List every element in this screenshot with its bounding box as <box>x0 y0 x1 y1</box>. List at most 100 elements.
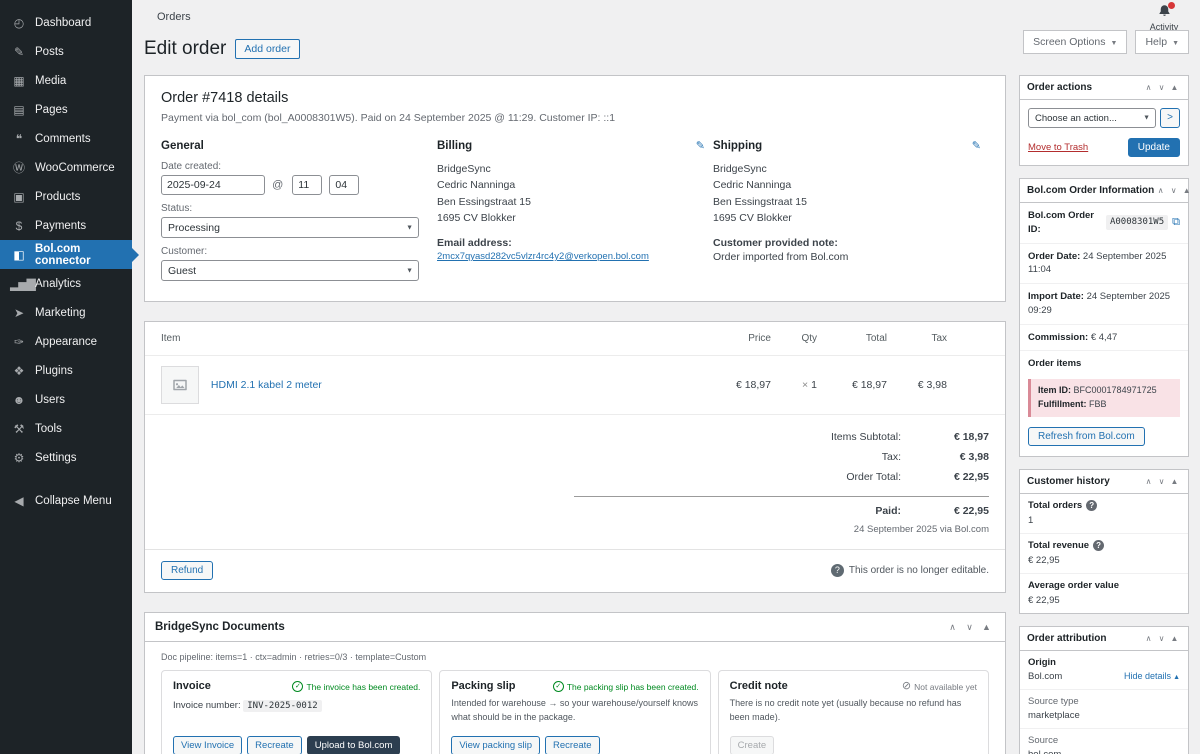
date-created-input[interactable] <box>161 175 265 195</box>
total-orders-value: 1 <box>1028 515 1180 526</box>
total-revenue-label: Total revenue <box>1028 540 1089 551</box>
collapse-icon: ◀ <box>10 494 27 508</box>
sidebar-item-products[interactable]: ▣Products <box>0 182 132 211</box>
comments-icon: ❝ <box>10 132 27 146</box>
analytics-icon: ▂▅▇ <box>10 277 27 291</box>
breadcrumb[interactable]: Orders <box>157 11 191 23</box>
refresh-from-bolcom-button[interactable]: Refresh from Bol.com <box>1028 427 1145 446</box>
recreate-packing-slip-button[interactable]: Recreate <box>545 736 600 754</box>
billing-email-link[interactable]: 2mcx7qyasd282vc5vlzr4rc4y2@verkopen.bol.… <box>437 251 695 262</box>
times-icon: × <box>802 379 808 391</box>
credit-note-description: There is no credit note yet (usually bec… <box>730 697 977 724</box>
order-action-select[interactable]: Choose an action... <box>1028 108 1156 128</box>
move-up-icon[interactable]: ∧ <box>1142 634 1155 643</box>
sidebar-item-payments[interactable]: $ Payments <box>0 211 132 240</box>
edit-billing-icon[interactable]: ✎ <box>696 139 705 152</box>
column-header-total: Total <box>825 322 895 356</box>
add-order-button[interactable]: Add order <box>235 39 299 59</box>
sidebar-item-media[interactable]: ▦Media <box>0 66 132 95</box>
sidebar-item-analytics[interactable]: ▂▅▇Analytics <box>0 269 132 298</box>
toggle-panel-icon[interactable]: ▲ <box>978 622 995 632</box>
toggle-panel-icon[interactable]: ▲ <box>1168 83 1181 92</box>
create-credit-note-button[interactable]: Create <box>730 736 775 754</box>
marketing-icon: ➤ <box>10 306 27 320</box>
sidebar-item-label: Posts <box>35 46 64 58</box>
order-attribution-title: Order attribution <box>1027 633 1142 644</box>
move-down-icon[interactable]: ∨ <box>1155 634 1168 643</box>
edit-shipping-icon[interactable]: ✎ <box>972 139 981 152</box>
sidebar-item-settings[interactable]: ⚙Settings <box>0 443 132 472</box>
posts-icon: ✎ <box>10 45 27 59</box>
view-packing-slip-button[interactable]: View packing slip <box>451 736 540 754</box>
customer-label: Customer: <box>161 246 419 257</box>
update-button[interactable]: Update <box>1128 138 1180 157</box>
help-icon[interactable]: ? <box>1093 540 1104 551</box>
sidebar-item-dashboard[interactable]: ◴Dashboard <box>0 8 132 37</box>
sidebar-item-appearance[interactable]: ✑Appearance <box>0 327 132 356</box>
sidebar-item-woocommerce[interactable]: ⓌWooCommerce <box>0 153 132 182</box>
order-details-subtitle: Payment via bol_com (bol_A0008301W5). Pa… <box>161 112 989 124</box>
sidebar-item-label: Payments <box>35 220 86 232</box>
tax-value: € 3,98 <box>917 451 989 463</box>
sidebar-item-pages[interactable]: ▤Pages <box>0 95 132 124</box>
move-down-icon[interactable]: ∨ <box>1155 477 1168 486</box>
status-select[interactable]: Processing <box>161 217 419 238</box>
move-down-icon[interactable]: ∨ <box>961 622 978 633</box>
move-to-trash-link[interactable]: Move to Trash <box>1028 142 1088 153</box>
copy-icon[interactable]: ⧉ <box>1172 217 1180 228</box>
paid-value: € 22,95 <box>917 505 989 517</box>
move-up-icon[interactable]: ∧ <box>1142 83 1155 92</box>
woocommerce-icon: Ⓦ <box>10 159 27 176</box>
sidebar-item-comments[interactable]: ❝Comments <box>0 124 132 153</box>
shipping-company: BridgeSync <box>713 161 971 177</box>
screen-options-toggle[interactable]: Screen Options▼ <box>1023 30 1127 54</box>
sidebar-item-plugins[interactable]: ❖Plugins <box>0 356 132 385</box>
sidebar-item-bolcom-connector[interactable]: ◧Bol.com connector <box>0 240 132 269</box>
toggle-panel-icon[interactable]: ▲ <box>1180 186 1193 195</box>
sidebar-item-marketing[interactable]: ➤Marketing <box>0 298 132 327</box>
toggle-panel-icon[interactable]: ▲ <box>1168 634 1181 643</box>
product-link[interactable]: HDMI 2.1 kabel 2 meter <box>211 379 322 391</box>
source-label: Source <box>1028 735 1180 746</box>
bol-commission: € 4,47 <box>1091 332 1117 343</box>
billing-city: 1695 CV Blokker <box>437 210 695 226</box>
customer-select[interactable]: Guest <box>161 260 419 281</box>
move-down-icon[interactable]: ∨ <box>1167 186 1180 195</box>
move-up-icon[interactable]: ∧ <box>1142 477 1155 486</box>
sidebar-item-users[interactable]: ☻Users <box>0 385 132 414</box>
shipping-city: 1695 CV Blokker <box>713 210 971 226</box>
bolcom-info-panel: Bol.com Order Information ∧ ∨ ▲ Bol.com … <box>1019 178 1189 457</box>
fulfilment-value: FBB <box>1089 399 1107 409</box>
tax-label: Tax: <box>882 451 901 463</box>
payments-icon: $ <box>10 219 27 233</box>
sidebar-item-tools[interactable]: ⚒Tools <box>0 414 132 443</box>
help-toggle[interactable]: Help▼ <box>1135 30 1189 54</box>
move-up-icon[interactable]: ∧ <box>944 622 961 633</box>
origin-label: Origin <box>1028 657 1180 668</box>
help-icon[interactable]: ? <box>1086 500 1097 511</box>
billing-name: Cedric Nanninga <box>437 177 695 193</box>
minute-input[interactable] <box>329 175 359 195</box>
not-editable-note: ? This order is no longer editable. <box>831 564 989 577</box>
upload-to-bolcom-button[interactable]: Upload to Bol.com <box>307 736 401 754</box>
source-type-label: Source type <box>1028 696 1180 707</box>
help-icon[interactable]: ? <box>831 564 844 577</box>
move-up-icon[interactable]: ∧ <box>1154 186 1167 195</box>
move-down-icon[interactable]: ∨ <box>1155 83 1168 92</box>
bol-order-date-label: Order Date: <box>1028 251 1080 262</box>
product-thumbnail <box>161 366 199 404</box>
hide-details-link[interactable]: Hide details▲ <box>1124 671 1180 681</box>
apply-action-button[interactable]: > <box>1160 108 1180 128</box>
activity-button[interactable]: Activity <box>1144 4 1184 32</box>
hour-input[interactable] <box>292 175 322 195</box>
refund-button[interactable]: Refund <box>161 561 213 580</box>
toggle-panel-icon[interactable]: ▲ <box>1168 477 1181 486</box>
view-invoice-button[interactable]: View Invoice <box>173 736 242 754</box>
sidebar-item-collapse-menu[interactable]: ◀Collapse Menu <box>0 486 132 515</box>
sidebar-item-label: Dashboard <box>35 17 91 29</box>
recreate-invoice-button[interactable]: Recreate <box>247 736 302 754</box>
item-qty: ×1 <box>779 356 825 415</box>
sidebar-item-label: Pages <box>35 104 68 116</box>
sidebar-item-posts[interactable]: ✎ Posts <box>0 37 132 66</box>
invoice-status: ✓The invoice has been created. <box>292 681 420 692</box>
